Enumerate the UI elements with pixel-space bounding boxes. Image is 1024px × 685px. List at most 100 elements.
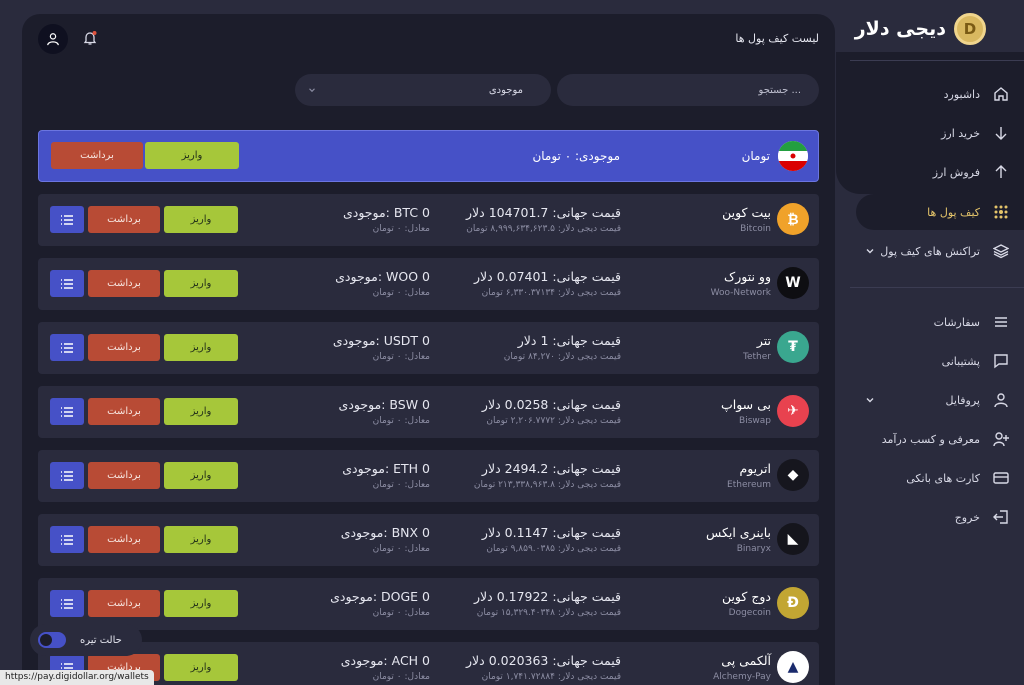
sidebar-item-label: تراکنش های کیف پول bbox=[880, 244, 980, 258]
coin-balance: موجودی: BTC 0 bbox=[342, 205, 430, 220]
wallet-dots-icon bbox=[992, 203, 1010, 221]
avatar[interactable] bbox=[38, 24, 68, 54]
row-menu-button[interactable] bbox=[50, 398, 84, 425]
local-price: قیمت دیجی دلار: ۱۵,۳۲۹.۴۰۳۴۸ تومان bbox=[476, 608, 621, 618]
deposit-button[interactable]: واریز bbox=[164, 270, 238, 297]
toman-wallet-row: تومان موجودی: ۰ تومان واریز برداشت bbox=[38, 130, 819, 182]
withdraw-button[interactable]: برداشت bbox=[88, 526, 160, 553]
global-price: قیمت جهانی: 1 دلار bbox=[517, 333, 621, 348]
chat-icon bbox=[992, 352, 1010, 370]
bell-icon[interactable] bbox=[82, 30, 98, 46]
coin-symbol-en: Ethereum bbox=[727, 480, 771, 490]
list-icon bbox=[992, 313, 1010, 331]
list-icon bbox=[61, 278, 73, 289]
sidebar-item-referral[interactable]: معرفی و کسب درآمد bbox=[850, 421, 1024, 457]
list-icon bbox=[61, 598, 73, 609]
sidebar: D دیجی دلار داشبورد خرید ارز فروش ارز کی… bbox=[836, 0, 1024, 685]
sidebar-item-label: معرفی و کسب درآمد bbox=[881, 432, 980, 446]
sidebar-item-logout[interactable]: خروج bbox=[850, 499, 1024, 535]
arrow-up-icon bbox=[992, 163, 1010, 181]
page-title: لیست کیف پول ها bbox=[735, 32, 819, 45]
list-icon bbox=[61, 534, 73, 545]
withdraw-button[interactable]: برداشت bbox=[51, 142, 143, 169]
list-icon bbox=[61, 214, 73, 225]
deposit-button[interactable]: واریز bbox=[164, 398, 238, 425]
balance-filter-select[interactable]: موجودی bbox=[295, 74, 551, 106]
row-menu-button[interactable] bbox=[50, 270, 84, 297]
coin-symbol-en: Woo-Network bbox=[710, 288, 771, 298]
withdraw-button[interactable]: برداشت bbox=[88, 206, 160, 233]
wallet-row: ₿ بیت کوین Bitcoin قیمت جهانی: 104701.7 … bbox=[38, 194, 819, 246]
coin-balance-equivalent: معادل: ۰ تومان bbox=[372, 480, 430, 490]
deposit-button[interactable]: واریز bbox=[164, 526, 238, 553]
sidebar-divider bbox=[850, 287, 1024, 288]
withdraw-button[interactable]: برداشت bbox=[88, 270, 160, 297]
user-icon bbox=[992, 391, 1010, 409]
local-price: قیمت دیجی دلار: ۹,۸۵۹.۰۳۸۵ تومان bbox=[486, 544, 621, 554]
dark-mode-switch[interactable] bbox=[38, 632, 66, 648]
coin-balance-equivalent: معادل: ۰ تومان bbox=[372, 288, 430, 298]
sidebar-item-support[interactable]: پشتیبانی bbox=[850, 343, 1024, 379]
arrow-down-icon bbox=[992, 124, 1010, 142]
filter-selected: موجودی bbox=[488, 84, 523, 96]
brand-logo[interactable]: D دیجی دلار bbox=[855, 12, 986, 46]
local-price: قیمت دیجی دلار: ۸,۹۹۹,۶۳۴,۶۲۳.۵ تومان bbox=[466, 224, 621, 234]
sidebar-item-wallet-transactions[interactable]: تراکنش های کیف پول bbox=[850, 233, 1024, 269]
sidebar-item-buy[interactable]: خرید ارز bbox=[850, 115, 1024, 151]
coin-balance-equivalent: معادل: ۰ تومان bbox=[372, 416, 430, 426]
sidebar-item-wallets[interactable]: کیف پول ها bbox=[856, 194, 1024, 230]
global-price: قیمت جهانی: 2494.2 دلار bbox=[481, 461, 621, 476]
withdraw-button[interactable]: برداشت bbox=[88, 462, 160, 489]
deposit-button[interactable]: واریز bbox=[164, 654, 238, 681]
sidebar-item-label: کارت های بانکی bbox=[906, 471, 980, 485]
wallet-row: W وو نتورک Woo-Network قیمت جهانی: 0.074… bbox=[38, 258, 819, 310]
coin-symbol-en: Dogecoin bbox=[728, 608, 771, 618]
coin-icon: ◆ bbox=[777, 459, 809, 491]
main-panel: لیست کیف پول ها موجودی تومان موجودی: ۰ ت… bbox=[22, 14, 835, 685]
coin-symbol-en: Tether bbox=[743, 352, 771, 362]
wallet-name: تومان bbox=[741, 149, 770, 163]
sidebar-item-label: خروج bbox=[954, 510, 980, 524]
coin-balance-equivalent: معادل: ۰ تومان bbox=[372, 352, 430, 362]
sidebar-item-dashboard[interactable]: داشبورد bbox=[850, 76, 1024, 112]
withdraw-button[interactable]: برداشت bbox=[88, 398, 160, 425]
search-input[interactable] bbox=[557, 74, 819, 106]
sidebar-item-sell[interactable]: فروش ارز bbox=[850, 154, 1024, 190]
deposit-button[interactable]: واریز bbox=[164, 462, 238, 489]
coin-balance: موجودی: DOGE 0 bbox=[330, 589, 430, 604]
local-price: قیمت دیجی دلار: ۸۴,۲۷۰ تومان bbox=[503, 352, 621, 362]
deposit-button[interactable]: واریز bbox=[145, 142, 239, 169]
card-icon bbox=[992, 469, 1010, 487]
list-icon bbox=[61, 406, 73, 417]
sidebar-item-label: داشبورد bbox=[943, 87, 980, 101]
coin-balance-equivalent: معادل: ۰ تومان bbox=[372, 224, 430, 234]
dark-mode-toggle[interactable]: حالت تیره bbox=[30, 624, 142, 656]
row-menu-button[interactable] bbox=[50, 334, 84, 361]
row-menu-button[interactable] bbox=[50, 206, 84, 233]
list-icon bbox=[61, 470, 73, 481]
withdraw-button[interactable]: برداشت bbox=[88, 590, 160, 617]
coin-icon: ▲ bbox=[777, 651, 809, 683]
row-menu-button[interactable] bbox=[50, 590, 84, 617]
coin-symbol-en: Bitcoin bbox=[740, 224, 771, 234]
global-price: قیمت جهانی: 104701.7 دلار bbox=[466, 205, 621, 220]
logout-icon bbox=[992, 508, 1010, 526]
deposit-button[interactable]: واریز bbox=[164, 206, 238, 233]
row-menu-button[interactable] bbox=[50, 462, 84, 489]
local-price: قیمت دیجی دلار: ۶,۳۳۰.۳۷۱۳۴ تومان bbox=[481, 288, 621, 298]
sidebar-item-profile[interactable]: پروفایل bbox=[850, 382, 1024, 418]
user-icon bbox=[47, 33, 59, 46]
wallet-row: ✈ بی سواپ Biswap قیمت جهانی: 0.0258 دلار… bbox=[38, 386, 819, 438]
coin-name: وو نتورک bbox=[724, 269, 771, 284]
deposit-button[interactable]: واریز bbox=[164, 334, 238, 361]
coin-icon: W bbox=[777, 267, 809, 299]
deposit-button[interactable]: واریز bbox=[164, 590, 238, 617]
wallet-row: Ð دوج کوین Dogecoin قیمت جهانی: 0.17922 … bbox=[38, 578, 819, 630]
row-menu-button[interactable] bbox=[50, 526, 84, 553]
withdraw-button[interactable]: برداشت bbox=[88, 334, 160, 361]
sidebar-item-orders[interactable]: سفارشات bbox=[850, 304, 1024, 340]
sidebar-item-bank-cards[interactable]: کارت های بانکی bbox=[850, 460, 1024, 496]
global-price: قیمت جهانی: 0.020363 دلار bbox=[466, 653, 621, 668]
local-price: قیمت دیجی دلار: ۲۱۳,۳۳۸,۹۶۳.۸ تومان bbox=[473, 480, 621, 490]
chevron-down-icon bbox=[866, 249, 874, 254]
